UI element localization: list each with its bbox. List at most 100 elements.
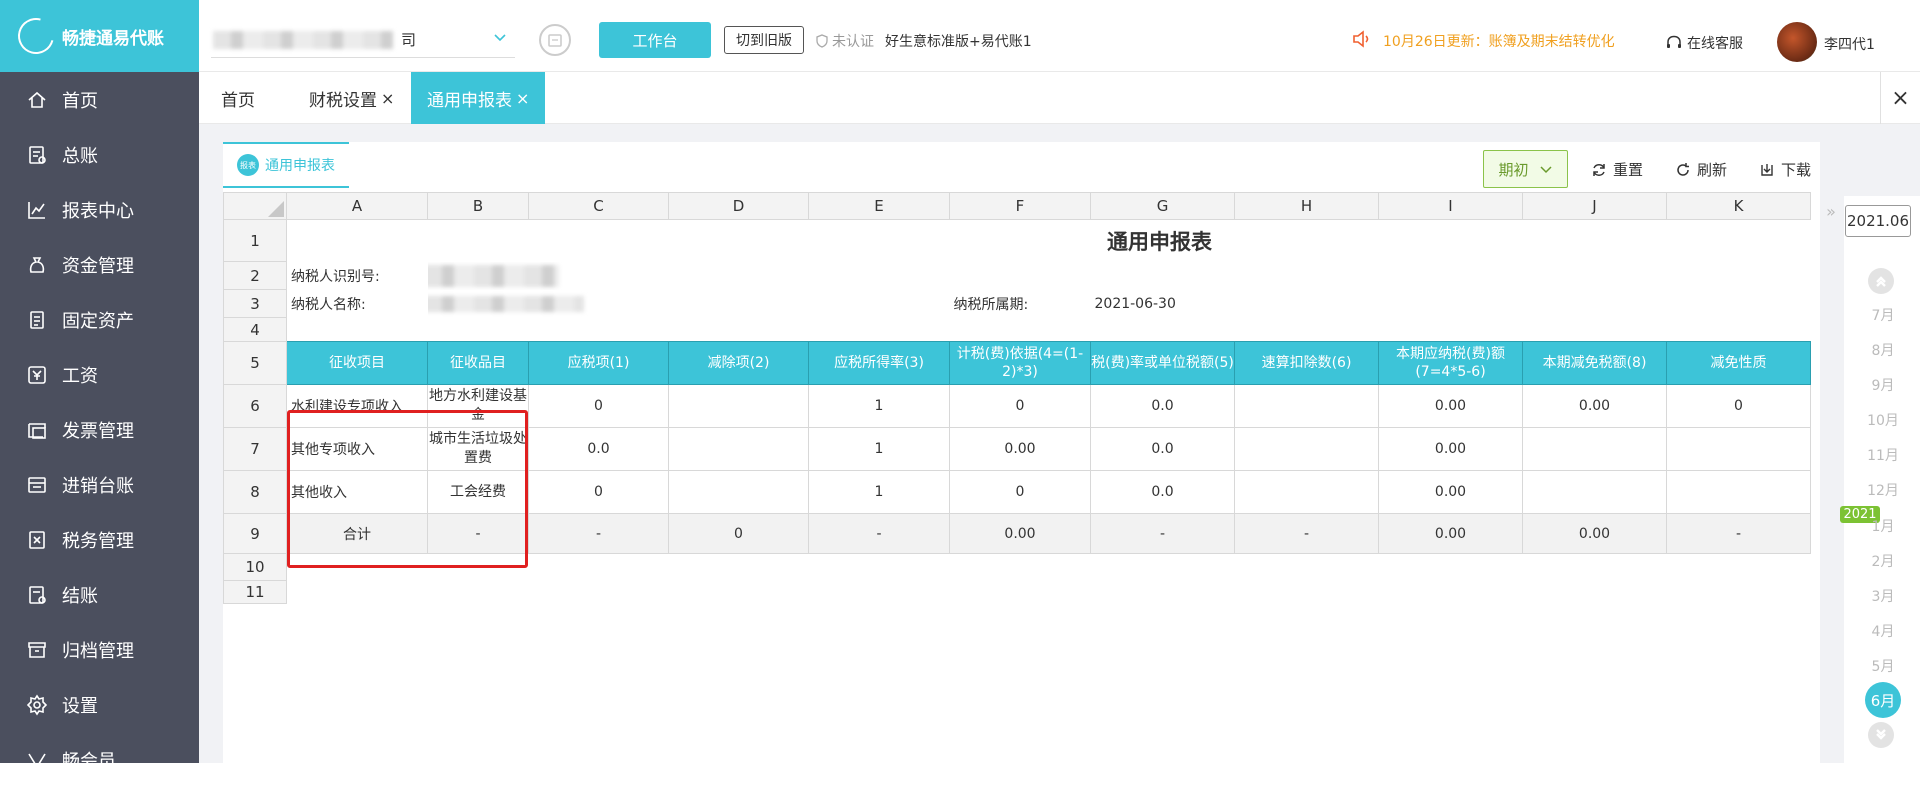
sidebar-item[interactable]: 总账: [0, 127, 199, 182]
month-item[interactable]: 1月: [1858, 516, 1908, 536]
tab-home[interactable]: 首页: [221, 72, 255, 124]
table-cell[interactable]: [1666, 427, 1811, 471]
scroll-up-icon[interactable]: [1868, 268, 1894, 294]
table-cell[interactable]: 工会经费: [427, 470, 529, 514]
table-cell[interactable]: 0.00: [949, 427, 1091, 471]
row-header[interactable]: 4: [223, 317, 287, 342]
sidebar-item[interactable]: 设置: [0, 677, 199, 732]
table-cell[interactable]: [668, 470, 809, 514]
app-logo[interactable]: 畅捷通易代账: [0, 0, 199, 72]
table-cell[interactable]: 0.00: [1378, 384, 1523, 428]
column-header[interactable]: K: [1666, 192, 1811, 220]
month-item[interactable]: 11月: [1858, 445, 1908, 465]
month-item[interactable]: 7月: [1858, 305, 1908, 325]
month-item[interactable]: 10月: [1858, 410, 1908, 430]
current-period[interactable]: 2021.06: [1845, 205, 1911, 237]
column-header[interactable]: I: [1378, 192, 1523, 220]
row-header[interactable]: 10: [223, 553, 287, 581]
table-cell[interactable]: 0.0: [1090, 427, 1235, 471]
table-cell[interactable]: 0: [528, 470, 669, 514]
sidebar-item[interactable]: 进销台账: [0, 457, 199, 512]
column-header[interactable]: H: [1234, 192, 1379, 220]
row-header[interactable]: 11: [223, 580, 287, 604]
avatar[interactable]: [1777, 22, 1817, 62]
sidebar-item[interactable]: 发票管理: [0, 402, 199, 457]
table-cell[interactable]: 0: [949, 470, 1091, 514]
table-cell[interactable]: 其他专项收入: [286, 427, 428, 471]
row-header[interactable]: 5: [223, 341, 287, 385]
table-cell[interactable]: [1234, 470, 1379, 514]
table-cell[interactable]: 城市生活垃圾处置费: [427, 427, 529, 471]
column-header[interactable]: E: [808, 192, 950, 220]
table-cell[interactable]: 0.0: [528, 427, 669, 471]
download-button[interactable]: 下载: [1759, 159, 1811, 180]
column-header[interactable]: C: [528, 192, 669, 220]
workbench-button[interactable]: 工作台: [599, 22, 711, 58]
user-name[interactable]: 李四代1: [1824, 34, 1875, 54]
table-cell[interactable]: 0.0: [1090, 470, 1235, 514]
column-header[interactable]: F: [949, 192, 1091, 220]
month-item[interactable]: 5月: [1858, 656, 1908, 676]
month-item[interactable]: 3月: [1858, 586, 1908, 606]
online-service-button[interactable]: 在线客服: [1665, 33, 1743, 53]
row-header[interactable]: 8: [223, 470, 287, 514]
month-item[interactable]: 2月: [1858, 551, 1908, 571]
table-cell[interactable]: 1: [808, 384, 950, 428]
sidebar-item[interactable]: 结账: [0, 567, 199, 622]
table-cell[interactable]: 0: [949, 384, 1091, 428]
table-cell[interactable]: [1522, 470, 1667, 514]
tab-tax-settings[interactable]: 财税设置 ×: [309, 72, 394, 124]
table-cell[interactable]: 0: [1666, 384, 1811, 428]
table-cell[interactable]: 0.0: [1090, 384, 1235, 428]
close-icon[interactable]: ×: [516, 89, 529, 108]
month-item[interactable]: 9月: [1858, 375, 1908, 395]
table-cell[interactable]: 0: [528, 384, 669, 428]
period-initial-dropdown[interactable]: 期初: [1483, 150, 1568, 188]
column-header[interactable]: G: [1090, 192, 1235, 220]
row-header[interactable]: 1: [223, 219, 287, 262]
switch-old-version-button[interactable]: 切到旧版: [724, 26, 804, 54]
table-cell[interactable]: 1: [808, 470, 950, 514]
table-cell[interactable]: 0.00: [1378, 427, 1523, 471]
table-cell[interactable]: 0.00: [1522, 384, 1667, 428]
certification-status[interactable]: 未认证: [815, 31, 874, 51]
tab-general-declaration[interactable]: 通用申报表 ×: [411, 72, 546, 124]
month-item[interactable]: 8月: [1858, 340, 1908, 360]
table-cell[interactable]: 其他收入: [286, 470, 428, 514]
table-cell[interactable]: 水利建设专项收入: [286, 384, 428, 428]
table-cell[interactable]: [1234, 384, 1379, 428]
sidebar-item[interactable]: 工资: [0, 347, 199, 402]
reset-button[interactable]: 重置: [1591, 159, 1643, 180]
close-icon[interactable]: ×: [381, 89, 394, 108]
table-cell[interactable]: [1522, 427, 1667, 471]
subtab-general-declaration[interactable]: 报表 通用申报表: [223, 142, 349, 188]
row-header[interactable]: 2: [223, 261, 287, 290]
row-header[interactable]: 7: [223, 427, 287, 471]
refresh-button[interactable]: 刷新: [1675, 159, 1727, 180]
column-header[interactable]: B: [427, 192, 529, 220]
table-cell[interactable]: 0.00: [1378, 470, 1523, 514]
sidebar-item[interactable]: 首页: [0, 72, 199, 127]
table-cell[interactable]: [668, 427, 809, 471]
current-month[interactable]: 6月: [1865, 682, 1901, 718]
update-notice[interactable]: 10月26日更新：账簿及期末结转优化: [1351, 30, 1615, 51]
month-item[interactable]: 12月: [1858, 480, 1908, 500]
scroll-down-icon[interactable]: [1868, 722, 1894, 748]
row-header[interactable]: 9: [223, 513, 287, 554]
month-item[interactable]: 4月: [1858, 621, 1908, 641]
calendar-icon[interactable]: [539, 24, 571, 56]
table-cell[interactable]: [1234, 427, 1379, 471]
column-header[interactable]: J: [1522, 192, 1667, 220]
sidebar-item[interactable]: 畅会员: [0, 732, 199, 787]
sidebar-item[interactable]: 税务管理: [0, 512, 199, 567]
collapse-panel-icon[interactable]: »: [1820, 198, 1842, 224]
select-all-corner[interactable]: [223, 192, 287, 220]
table-cell[interactable]: [668, 384, 809, 428]
sidebar-item[interactable]: 资金管理: [0, 237, 199, 292]
table-cell[interactable]: [1666, 470, 1811, 514]
row-header[interactable]: 3: [223, 289, 287, 318]
close-all-tabs-button[interactable]: ×: [1880, 72, 1920, 124]
row-header[interactable]: 6: [223, 384, 287, 428]
column-header[interactable]: D: [668, 192, 809, 220]
table-cell[interactable]: 地方水利建设基金: [427, 384, 529, 428]
